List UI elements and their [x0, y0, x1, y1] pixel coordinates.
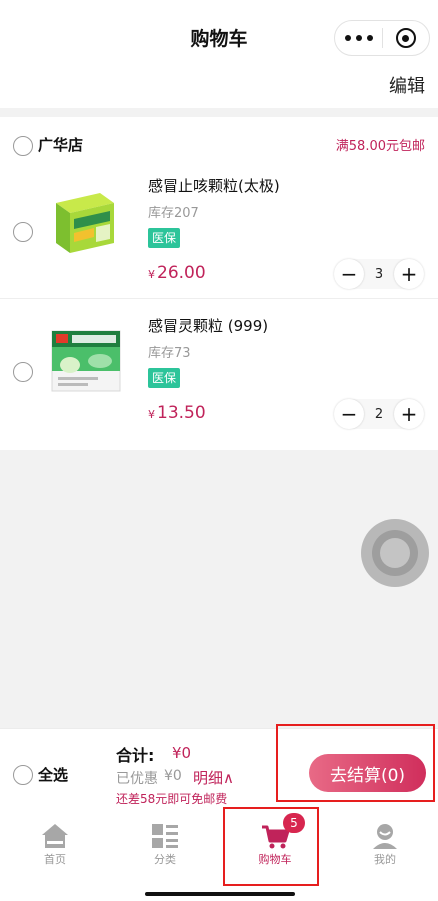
highlight-box-checkout — [276, 724, 435, 802]
select-all-label[interactable]: 全选 — [38, 764, 68, 785]
currency-symbol: ¥ — [148, 268, 155, 281]
item-price: ¥26.00 — [148, 263, 206, 283]
bottom-tab-bar: 首页 分类 5 购物车 我的 — [0, 808, 438, 901]
tab-label: 我的 — [374, 853, 396, 866]
home-indicator — [145, 892, 295, 896]
target-circle-icon[interactable] — [383, 21, 429, 55]
tab-home[interactable]: 首页 — [0, 808, 110, 868]
free-shipping-note: 还差58元即可免邮费 — [116, 792, 228, 806]
item-divider — [0, 298, 438, 299]
store-name: 广华店 — [38, 136, 84, 154]
price-value: 26.00 — [157, 263, 206, 283]
item-select-radio[interactable] — [13, 362, 33, 382]
increase-button[interactable]: + — [394, 399, 424, 429]
item-stock: 库存207 — [148, 206, 199, 221]
total-label: 合计: — [116, 746, 155, 765]
increase-button[interactable]: + — [394, 259, 424, 289]
mini-program-capsule — [334, 20, 430, 56]
quantity-value[interactable]: 3 — [375, 267, 383, 282]
tab-profile[interactable]: 我的 — [330, 808, 438, 868]
floating-button-ring — [372, 530, 418, 576]
home-icon — [42, 824, 68, 848]
quantity-stepper: − 3 + — [334, 259, 424, 289]
select-all-radio[interactable] — [13, 765, 33, 785]
price-value: 13.50 — [157, 403, 206, 423]
store-shipping-note: 满58.00元包邮 — [335, 139, 425, 154]
decrease-button[interactable]: − — [334, 259, 364, 289]
currency-symbol: ¥ — [148, 408, 155, 421]
category-icon — [152, 824, 178, 848]
store-select-radio[interactable] — [13, 136, 33, 156]
edit-bar: 编辑 — [0, 70, 438, 108]
floating-assist-button[interactable] — [361, 519, 429, 587]
cart-item: 感冒止咳颗粒(太极) 库存207 医保 ¥26.00 − 3 + — [0, 165, 438, 305]
more-dots-icon[interactable] — [335, 21, 382, 55]
store-card: 广华店 满58.00元包邮 感冒止咳颗粒(太极) 库存207 医保 ¥26.00… — [0, 117, 438, 450]
store-header: 广华店 满58.00元包邮 — [0, 117, 438, 165]
discount-value: ¥0 — [164, 768, 182, 784]
item-name[interactable]: 感冒灵颗粒 (999) — [148, 315, 268, 336]
quantity-value[interactable]: 2 — [375, 407, 383, 422]
floating-button-core — [380, 538, 410, 568]
detail-toggle[interactable]: 明细∧ — [193, 767, 234, 788]
quantity-stepper: − 2 + — [334, 399, 424, 429]
product-image-999-box[interactable] — [48, 321, 124, 397]
item-stock: 库存73 — [148, 346, 191, 361]
cart-item: 感冒灵颗粒 (999) 库存73 医保 ¥13.50 − 2 + — [0, 305, 438, 445]
insurance-tag: 医保 — [148, 368, 181, 388]
tab-label: 分类 — [154, 853, 176, 866]
item-price: ¥13.50 — [148, 403, 206, 423]
decrease-button[interactable]: − — [334, 399, 364, 429]
item-name[interactable]: 感冒止咳颗粒(太极) — [148, 175, 280, 196]
total-value: ¥0 — [172, 744, 192, 762]
product-image-green-box[interactable] — [48, 181, 124, 257]
tab-label: 首页 — [44, 853, 66, 866]
edit-button[interactable]: 编辑 — [389, 72, 425, 98]
title-bar: 购物车 — [0, 0, 438, 70]
profile-icon — [373, 824, 397, 849]
highlight-box-cart-tab — [223, 807, 319, 886]
tab-category[interactable]: 分类 — [110, 808, 220, 868]
item-select-radio[interactable] — [13, 222, 33, 242]
discount-label: 已优惠 — [116, 771, 158, 787]
insurance-tag: 医保 — [148, 228, 181, 248]
